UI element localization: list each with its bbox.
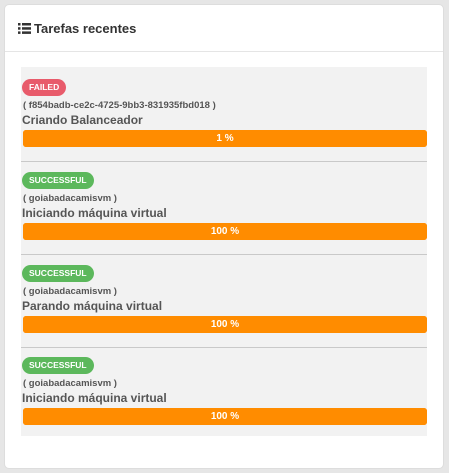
task-item: SUCCESSFUL ( goiabadacamisvm ) Parando m… <box>21 253 427 346</box>
task-list: FAILED ( f854badb-ce2c-4725-9bb3-831935f… <box>21 67 427 436</box>
progress-label: 100 % <box>210 319 240 330</box>
task-target: ( goiabadacamisvm ) <box>23 286 117 297</box>
task-target: ( goiabadacamisvm ) <box>23 193 117 204</box>
recent-tasks-panel: Tarefas recentes FAILED ( f854badb-ce2c-… <box>4 4 444 469</box>
progress-label: 100 % <box>210 411 240 422</box>
progress-bar: 100 % <box>23 316 427 333</box>
task-name: Parando máquina virtual <box>22 299 163 313</box>
status-badge: SUCCESSFUL <box>22 265 94 282</box>
task-target: ( f854badb-ce2c-4725-9bb3-831935fbd018 ) <box>23 100 216 111</box>
progress-bar: 100 % <box>23 408 427 425</box>
status-badge: FAILED <box>22 79 67 96</box>
progress-label: 100 % <box>210 226 240 237</box>
panel-title: Tarefas recentes <box>34 20 137 36</box>
task-item: SUCCESSFUL ( goiabadacamisvm ) Iniciando… <box>21 346 427 436</box>
task-name: Iniciando máquina virtual <box>22 206 167 220</box>
progress-bar: 100 % <box>23 223 427 240</box>
progress-bar: 1 % <box>23 130 427 147</box>
task-name: Criando Balanceador <box>22 113 143 127</box>
panel-header: Tarefas recentes <box>5 5 443 52</box>
progress-label: 1 % <box>216 133 234 144</box>
task-target: ( goiabadacamisvm ) <box>23 378 117 389</box>
task-name: Iniciando máquina virtual <box>22 391 167 405</box>
task-item: FAILED ( f854badb-ce2c-4725-9bb3-831935f… <box>21 67 427 160</box>
status-badge: SUCCESSFUL <box>22 357 94 374</box>
task-item: SUCCESSFUL ( goiabadacamisvm ) Iniciando… <box>21 160 427 253</box>
list-icon <box>18 22 31 34</box>
status-badge: SUCCESSFUL <box>22 172 94 189</box>
